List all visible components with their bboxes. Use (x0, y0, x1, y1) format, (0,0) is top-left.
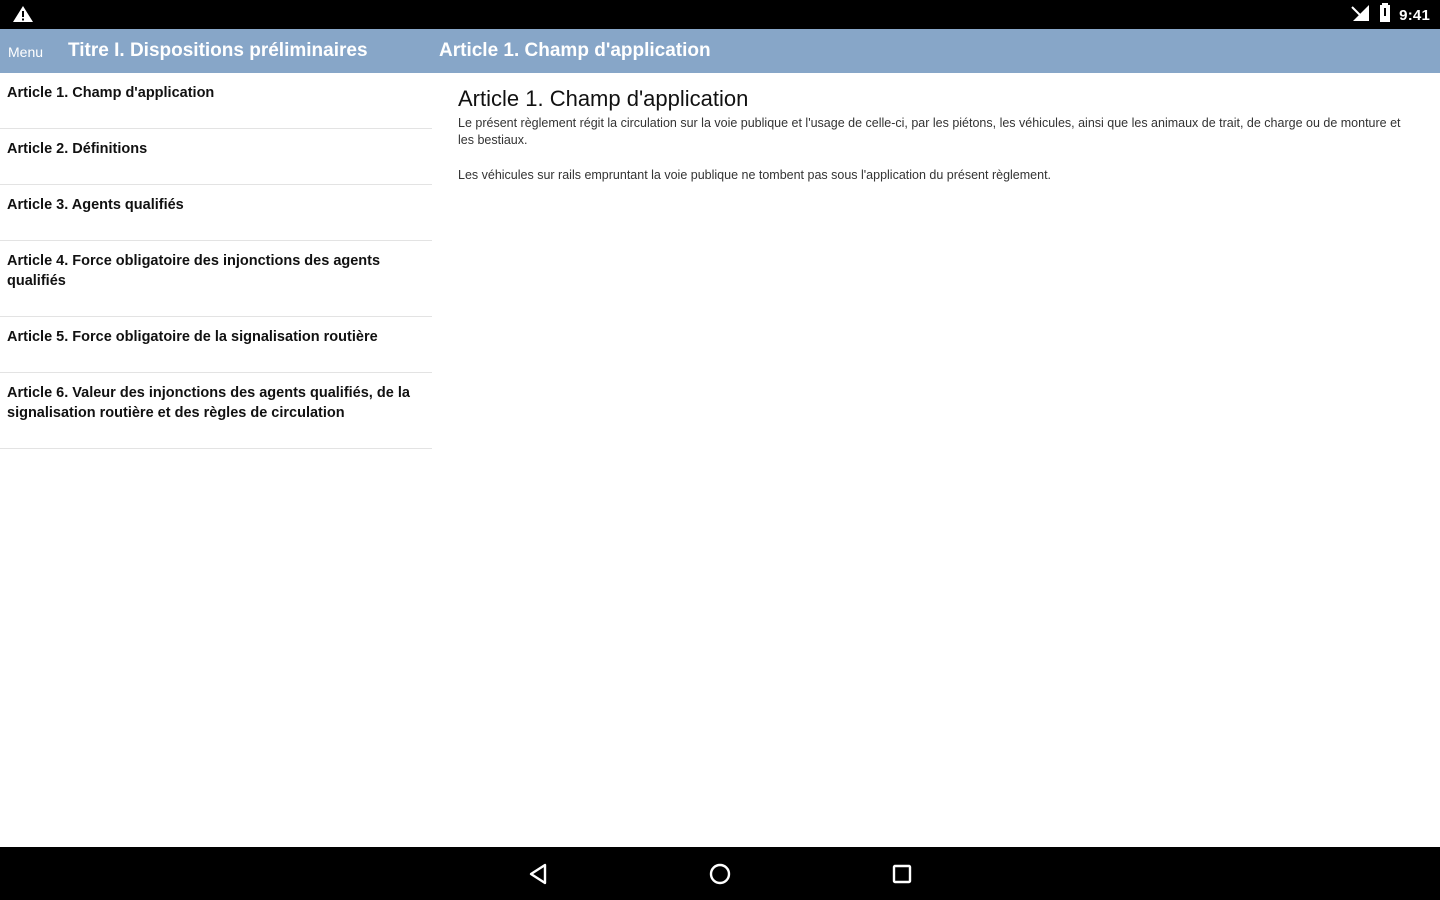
list-item-article-5[interactable]: Article 5. Force obligatoire de la signa… (0, 317, 432, 373)
list-item-article-3[interactable]: Article 3. Agents qualifiés (0, 185, 432, 241)
article-paragraph: Les véhicules sur rails empruntant la vo… (458, 168, 1052, 182)
article-paragraph: Le présent règlement régit la circulatio… (458, 116, 1401, 147)
list-item-article-1[interactable]: Article 1. Champ d'application (0, 73, 432, 129)
article-content: Article 1. Champ d'application Le présen… (458, 86, 1408, 202)
battery-icon (1379, 2, 1391, 28)
list-item-article-4[interactable]: Article 4. Force obligatoire des injonct… (0, 241, 432, 317)
list-item-article-6[interactable]: Article 6. Valeur des injonctions des ag… (0, 373, 432, 449)
screen: 9:41 Menu Titre I. Dispositions prélimin… (0, 0, 1440, 900)
navigation-bar (0, 847, 1440, 900)
section-title: Titre I. Dispositions préliminaires (68, 40, 368, 61)
article-title: Article 1. Champ d'application (458, 86, 749, 111)
home-icon[interactable] (707, 861, 733, 887)
article-header-title: Article 1. Champ d'application (439, 40, 711, 61)
article-list: Article 1. Champ d'application Article 2… (0, 73, 432, 449)
list-item-article-2[interactable]: Article 2. Définitions (0, 129, 432, 185)
recents-icon[interactable] (889, 861, 915, 887)
status-bar: 9:41 (0, 0, 1440, 29)
app-bar: Menu Titre I. Dispositions préliminaires… (0, 29, 1440, 73)
signal-icon (1351, 4, 1371, 27)
back-icon[interactable] (526, 861, 552, 887)
status-indicators: 9:41 (1351, 2, 1430, 28)
warning-icon (12, 5, 34, 23)
menu-button[interactable]: Menu (8, 44, 43, 60)
status-time: 9:41 (1399, 6, 1430, 24)
